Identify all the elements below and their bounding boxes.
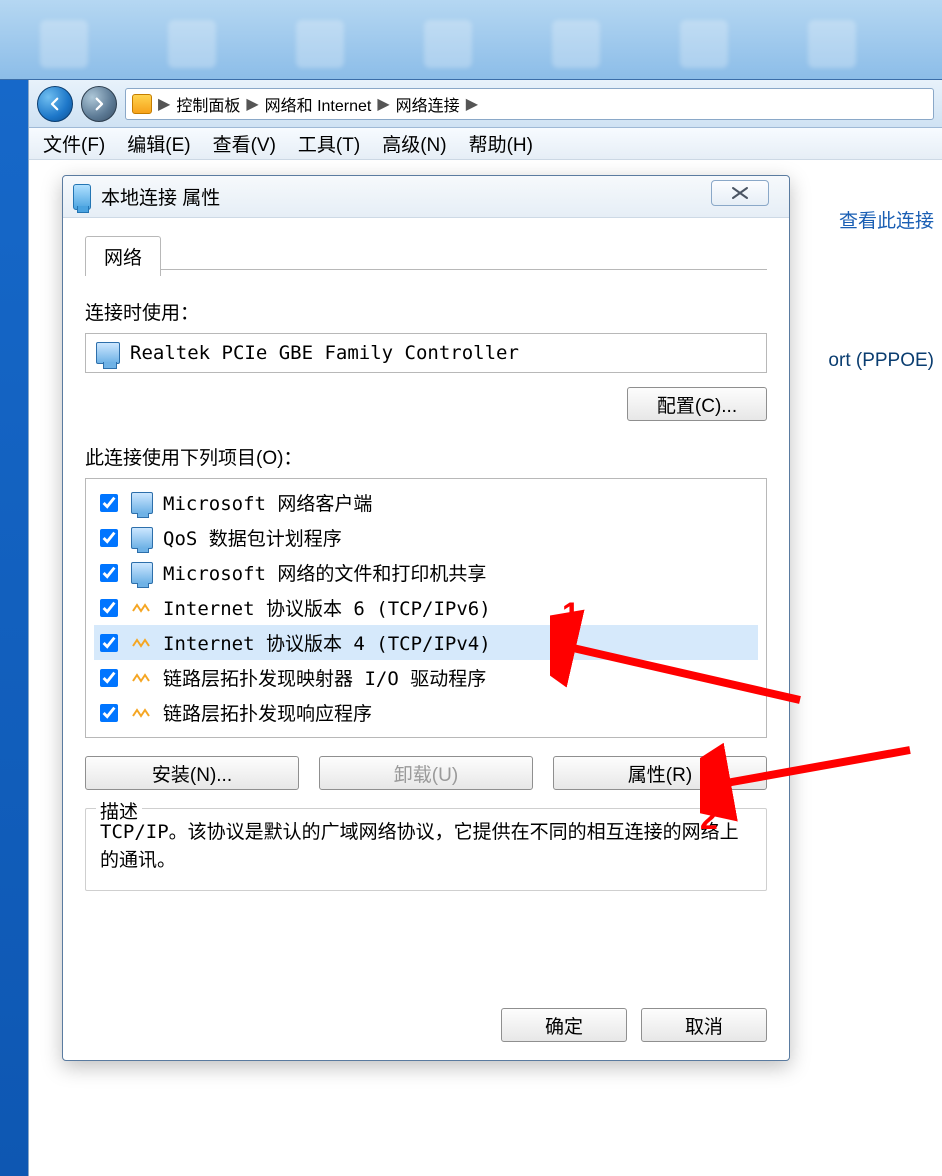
nav-back-button[interactable]	[37, 86, 73, 122]
annotation-number-2: 2	[700, 800, 718, 837]
adapter-icon	[96, 342, 120, 364]
connection-properties-dialog: 本地连接 属性 网络 连接时使用： Realtek PCIe GBE Famil…	[62, 175, 790, 1061]
close-icon	[729, 186, 751, 200]
install-button[interactable]: 安装(N)...	[85, 756, 299, 790]
adapter-name: Realtek PCIe GBE Family Controller	[130, 342, 519, 364]
pppoe-text-fragment: ort (PPPOE)	[828, 350, 934, 372]
network-item[interactable]: 链路层拓扑发现响应程序	[94, 695, 758, 730]
computer-icon	[131, 527, 153, 549]
dialog-footer: 确定 取消	[501, 1008, 767, 1042]
network-item[interactable]: Microsoft 网络的文件和打印机共享	[94, 555, 758, 590]
adapter-field[interactable]: Realtek PCIe GBE Family Controller	[85, 333, 767, 373]
menu-tools[interactable]: 工具(T)	[298, 130, 360, 157]
menu-view[interactable]: 查看(V)	[213, 130, 276, 157]
network-item-label: 链路层拓扑发现映射器 I/O 驱动程序	[163, 664, 486, 691]
dialog-tabs: 网络	[85, 236, 767, 276]
network-item-label: Internet 协议版本 6 (TCP/IPv6)	[163, 594, 491, 621]
dialog-titlebar[interactable]: 本地连接 属性	[63, 176, 789, 218]
network-item[interactable]: Internet 协议版本 4 (TCP/IPv4)	[94, 625, 758, 660]
network-item-label: Microsoft 网络客户端	[163, 489, 372, 516]
computer-icon	[131, 492, 153, 514]
tab-network[interactable]: 网络	[85, 236, 161, 276]
address-bar[interactable]: ▶ 控制面板 ▶ 网络和 Internet ▶ 网络连接 ▶	[125, 88, 934, 120]
network-item-label: Microsoft 网络的文件和打印机共享	[163, 559, 486, 586]
menu-file[interactable]: 文件(F)	[43, 130, 105, 157]
breadcrumb-network-internet[interactable]: 网络和 Internet	[265, 92, 372, 116]
uninstall-button[interactable]: 卸载(U)	[319, 756, 533, 790]
breadcrumb-sep-icon: ▶	[246, 94, 258, 114]
network-item[interactable]: 链路层拓扑发现映射器 I/O 驱动程序	[94, 660, 758, 695]
protocol-icon	[131, 667, 153, 689]
configure-button[interactable]: 配置(C)...	[627, 387, 767, 421]
cancel-button[interactable]: 取消	[641, 1008, 767, 1042]
menu-adv[interactable]: 高级(N)	[382, 130, 446, 157]
protocol-icon	[131, 632, 153, 654]
description-group-label: 描述	[96, 797, 142, 824]
nav-forward-button[interactable]	[81, 86, 117, 122]
network-item[interactable]: QoS 数据包计划程序	[94, 520, 758, 555]
desktop-sliver	[0, 80, 28, 1176]
description-group: 描述 TCP/IP。该协议是默认的广域网络协议，它提供在不同的相互连接的网络上的…	[85, 808, 767, 891]
dialog-close-button[interactable]	[711, 180, 769, 206]
explorer-navbar: ▶ 控制面板 ▶ 网络和 Internet ▶ 网络连接 ▶	[29, 80, 942, 128]
network-item[interactable]: Internet 协议版本 6 (TCP/IPv6)	[94, 590, 758, 625]
network-item[interactable]: Microsoft 网络客户端	[94, 485, 758, 520]
network-item-label: Internet 协议版本 4 (TCP/IPv4)	[163, 629, 491, 656]
dialog-title: 本地连接 属性	[101, 183, 220, 210]
network-item-checkbox[interactable]	[100, 564, 118, 582]
computer-icon	[131, 562, 153, 584]
connect-using-label: 连接时使用：	[85, 298, 767, 325]
properties-button[interactable]: 属性(R)	[553, 756, 767, 790]
network-item-checkbox[interactable]	[100, 529, 118, 547]
view-this-connection-link[interactable]: 查看此连接	[839, 206, 934, 233]
network-item-label: QoS 数据包计划程序	[163, 524, 342, 551]
network-items-list[interactable]: Microsoft 网络客户端 QoS 数据包计划程序 Microsoft 网络的文…	[85, 478, 767, 738]
dialog-network-icon	[73, 184, 91, 210]
description-text: TCP/IP。该协议是默认的广域网络协议，它提供在不同的相互连接的网络上的通讯。	[100, 819, 752, 874]
network-item-label: 链路层拓扑发现响应程序	[163, 699, 372, 726]
item-action-row: 安装(N)... 卸载(U) 属性(R)	[85, 756, 767, 790]
network-item-checkbox[interactable]	[100, 704, 118, 722]
menu-edit[interactable]: 编辑(E)	[127, 130, 190, 157]
menu-help[interactable]: 帮助(H)	[469, 130, 533, 157]
breadcrumb-control-panel[interactable]: 控制面板	[176, 92, 240, 116]
ok-button[interactable]: 确定	[501, 1008, 627, 1042]
breadcrumb-sep-icon: ▶	[466, 94, 478, 114]
breadcrumb-sep-icon: ▶	[158, 94, 170, 114]
taskbar-background	[0, 0, 942, 80]
network-item-checkbox[interactable]	[100, 669, 118, 687]
menubar: 文件(F) 编辑(E) 查看(V) 工具(T) 高级(N) 帮助(H)	[29, 128, 942, 160]
protocol-icon	[131, 597, 153, 619]
tab-border	[85, 269, 767, 270]
dialog-body: 网络 连接时使用： Realtek PCIe GBE Family Contro…	[63, 218, 789, 903]
protocol-icon	[131, 702, 153, 724]
breadcrumb-root-icon	[132, 94, 152, 114]
taskbar-icons	[40, 20, 856, 68]
network-item-checkbox[interactable]	[100, 634, 118, 652]
breadcrumb-sep-icon: ▶	[377, 94, 389, 114]
breadcrumb-network-connections[interactable]: 网络连接	[396, 92, 460, 116]
network-item-checkbox[interactable]	[100, 494, 118, 512]
network-item-checkbox[interactable]	[100, 599, 118, 617]
items-label: 此连接使用下列项目(O)：	[85, 443, 767, 470]
annotation-number-1: 1	[562, 596, 580, 633]
